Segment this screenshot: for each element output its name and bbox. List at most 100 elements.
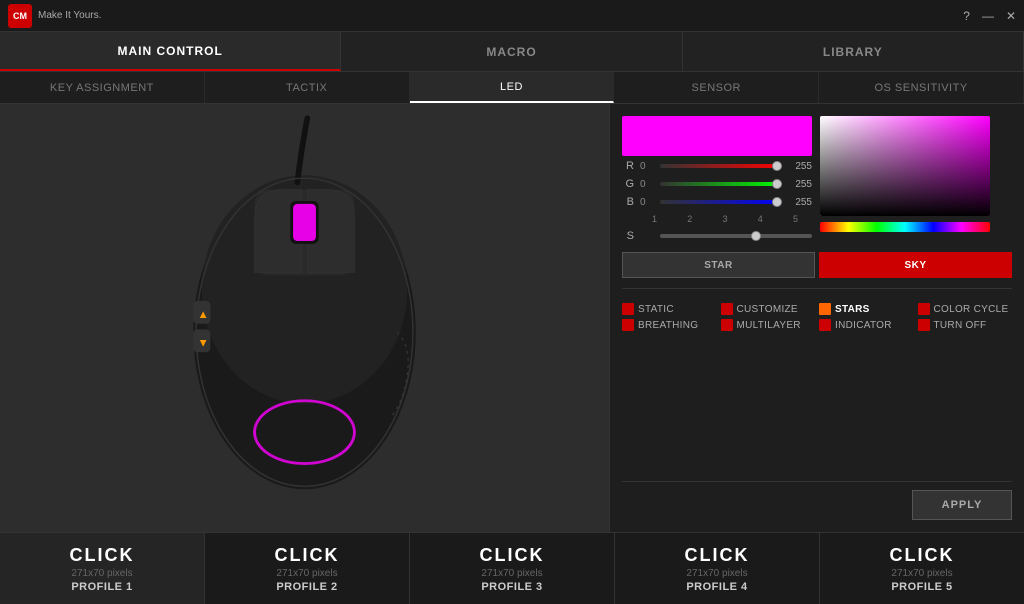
- app-logo: CM Make It Yours.: [8, 4, 101, 28]
- customize-label: CUSTOMIZE: [737, 304, 798, 315]
- s-label: S: [622, 230, 634, 242]
- stars-label: STARS: [835, 304, 870, 315]
- red-label: R: [622, 160, 634, 172]
- sky-button[interactable]: SKY: [819, 252, 1012, 278]
- color-cycle-dot: [918, 303, 930, 315]
- bottom-profile-bar: CLICK 271x70 pixels PROFILE 1 CLICK 271x…: [0, 532, 1024, 604]
- breathing-dot: [622, 319, 634, 331]
- red-slider-row: R 0 255: [622, 160, 812, 172]
- static-label: STATIC: [638, 304, 674, 315]
- color-top-row: R 0 255 G 0: [622, 116, 1012, 242]
- sub-nav: KEY ASSIGNMENT TactiX LED SENSOR OS SENS…: [0, 72, 1024, 104]
- red-slider[interactable]: [660, 164, 782, 168]
- red-thumb: [772, 161, 782, 171]
- tactix-tab[interactable]: TactiX: [205, 72, 410, 103]
- blue-thumb: [772, 197, 782, 207]
- profile-4-pixels: 271x70 pixels: [686, 568, 747, 579]
- profile-slot-5[interactable]: CLICK 271x70 pixels PROFILE 5: [820, 533, 1024, 604]
- blue-slider[interactable]: [660, 200, 782, 204]
- apply-area: APPLY: [622, 481, 1012, 520]
- red-max: 255: [788, 161, 812, 172]
- color-preview: [622, 116, 812, 156]
- blue-max: 255: [788, 197, 812, 208]
- content-area: ▲ ▼ R 0: [0, 104, 1024, 532]
- help-button[interactable]: ?: [963, 9, 970, 23]
- profile-slot-3[interactable]: CLICK 271x70 pixels PROFILE 3: [410, 533, 615, 604]
- svg-text:▼: ▼: [198, 338, 209, 350]
- profile-5-name: PROFILE 5: [891, 581, 952, 593]
- right-panel: R 0 255 G 0: [610, 104, 1024, 532]
- multilayer-dot: [721, 319, 733, 331]
- turn-off-dot: [918, 319, 930, 331]
- main-control-tab[interactable]: MAIN CONTROL: [0, 32, 341, 71]
- profile-4-click: CLICK: [685, 545, 750, 566]
- turn-off-label: TURN OFF: [934, 320, 987, 331]
- led-turn-off[interactable]: TURN OFF: [918, 319, 1013, 331]
- svg-text:▲: ▲: [198, 309, 209, 321]
- macro-tab[interactable]: MACRO: [341, 32, 682, 71]
- green-slider-row: G 0 255: [622, 178, 812, 190]
- profile-1-pixels: 271x70 pixels: [71, 568, 132, 579]
- style-buttons: STAR SKY: [622, 252, 1012, 278]
- s-thumb: [751, 231, 761, 241]
- blue-label: B: [622, 196, 634, 208]
- led-color-cycle[interactable]: COLOR CYCLE: [918, 303, 1013, 315]
- multilayer-label: MULTILAYER: [737, 320, 801, 331]
- logo-text: Make It Yours.: [38, 10, 101, 21]
- star-button[interactable]: STAR: [622, 252, 815, 278]
- green-slider[interactable]: [660, 182, 782, 186]
- profile-slot-1[interactable]: CLICK 271x70 pixels PROFILE 1: [0, 533, 205, 604]
- led-breathing[interactable]: BREATHING: [622, 319, 717, 331]
- rainbow-bar[interactable]: [820, 222, 990, 232]
- green-thumb: [772, 179, 782, 189]
- apply-button[interactable]: APPLY: [912, 490, 1012, 520]
- profile-5-pixels: 271x70 pixels: [891, 568, 952, 579]
- profile-3-name: PROFILE 3: [481, 581, 542, 593]
- logo-icon: CM: [8, 4, 32, 28]
- os-sensitivity-tab[interactable]: OS SENSITIVITY: [819, 72, 1024, 103]
- s-ticks: 1 2 3 4 5: [622, 214, 812, 224]
- gradient-color-picker[interactable]: [820, 116, 990, 216]
- sliders-section: R 0 255 G 0: [622, 160, 812, 242]
- profile-1-name: PROFILE 1: [71, 581, 132, 593]
- blue-slider-row: B 0 255: [622, 196, 812, 208]
- stars-dot: [819, 303, 831, 315]
- breathing-label: BREATHING: [638, 320, 698, 331]
- led-effects-grid: STATIC CUSTOMIZE STARS COLOR CYCLE BREAT…: [622, 303, 1012, 331]
- window-controls: ? — ✕: [963, 9, 1016, 23]
- indicator-dot: [819, 319, 831, 331]
- profile-2-click: CLICK: [275, 545, 340, 566]
- library-tab[interactable]: LIBRARY: [683, 32, 1024, 71]
- separator: [622, 288, 1012, 289]
- sensor-tab[interactable]: SENSOR: [614, 72, 819, 103]
- static-dot: [622, 303, 634, 315]
- profile-2-name: PROFILE 2: [276, 581, 337, 593]
- profile-slot-4[interactable]: CLICK 271x70 pixels PROFILE 4: [615, 533, 820, 604]
- key-assignment-tab[interactable]: KEY ASSIGNMENT: [0, 72, 205, 103]
- led-indicator[interactable]: INDICATOR: [819, 319, 914, 331]
- profile-1-click: CLICK: [70, 545, 135, 566]
- profile-3-pixels: 271x70 pixels: [481, 568, 542, 579]
- mouse-preview: ▲ ▼: [0, 104, 610, 532]
- led-tab[interactable]: LED: [410, 72, 615, 103]
- profile-slot-2[interactable]: CLICK 271x70 pixels PROFILE 2: [205, 533, 410, 604]
- mouse-image: ▲ ▼: [0, 104, 609, 532]
- led-stars[interactable]: STARS: [819, 303, 914, 315]
- led-multilayer[interactable]: MULTILAYER: [721, 319, 816, 331]
- close-button[interactable]: ✕: [1006, 9, 1016, 23]
- green-label: G: [622, 178, 634, 190]
- profile-5-click: CLICK: [890, 545, 955, 566]
- profile-2-pixels: 271x70 pixels: [276, 568, 337, 579]
- blue-min: 0: [640, 197, 654, 208]
- indicator-label: INDICATOR: [835, 320, 892, 331]
- led-customize[interactable]: CUSTOMIZE: [721, 303, 816, 315]
- s-slider[interactable]: [660, 234, 812, 238]
- s-slider-row: S: [622, 230, 812, 242]
- led-static[interactable]: STATIC: [622, 303, 717, 315]
- profile-4-name: PROFILE 4: [686, 581, 747, 593]
- profile-3-click: CLICK: [480, 545, 545, 566]
- color-cycle-label: COLOR CYCLE: [934, 304, 1009, 315]
- green-max: 255: [788, 179, 812, 190]
- main-nav: MAIN CONTROL MACRO LIBRARY: [0, 32, 1024, 72]
- minimize-button[interactable]: —: [982, 9, 994, 23]
